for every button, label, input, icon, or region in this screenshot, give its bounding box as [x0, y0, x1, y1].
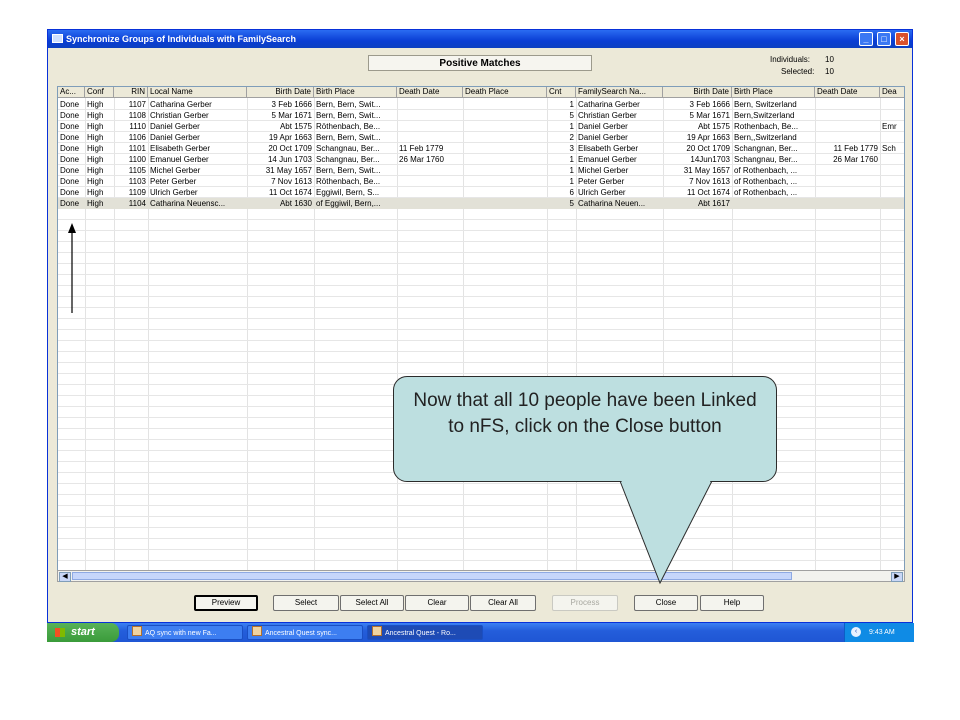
- callout-tail-fill: [621, 480, 711, 580]
- callout-tail-cover: [621, 480, 711, 580]
- callout-text: Now that all 10 people have been Linked …: [413, 390, 757, 437]
